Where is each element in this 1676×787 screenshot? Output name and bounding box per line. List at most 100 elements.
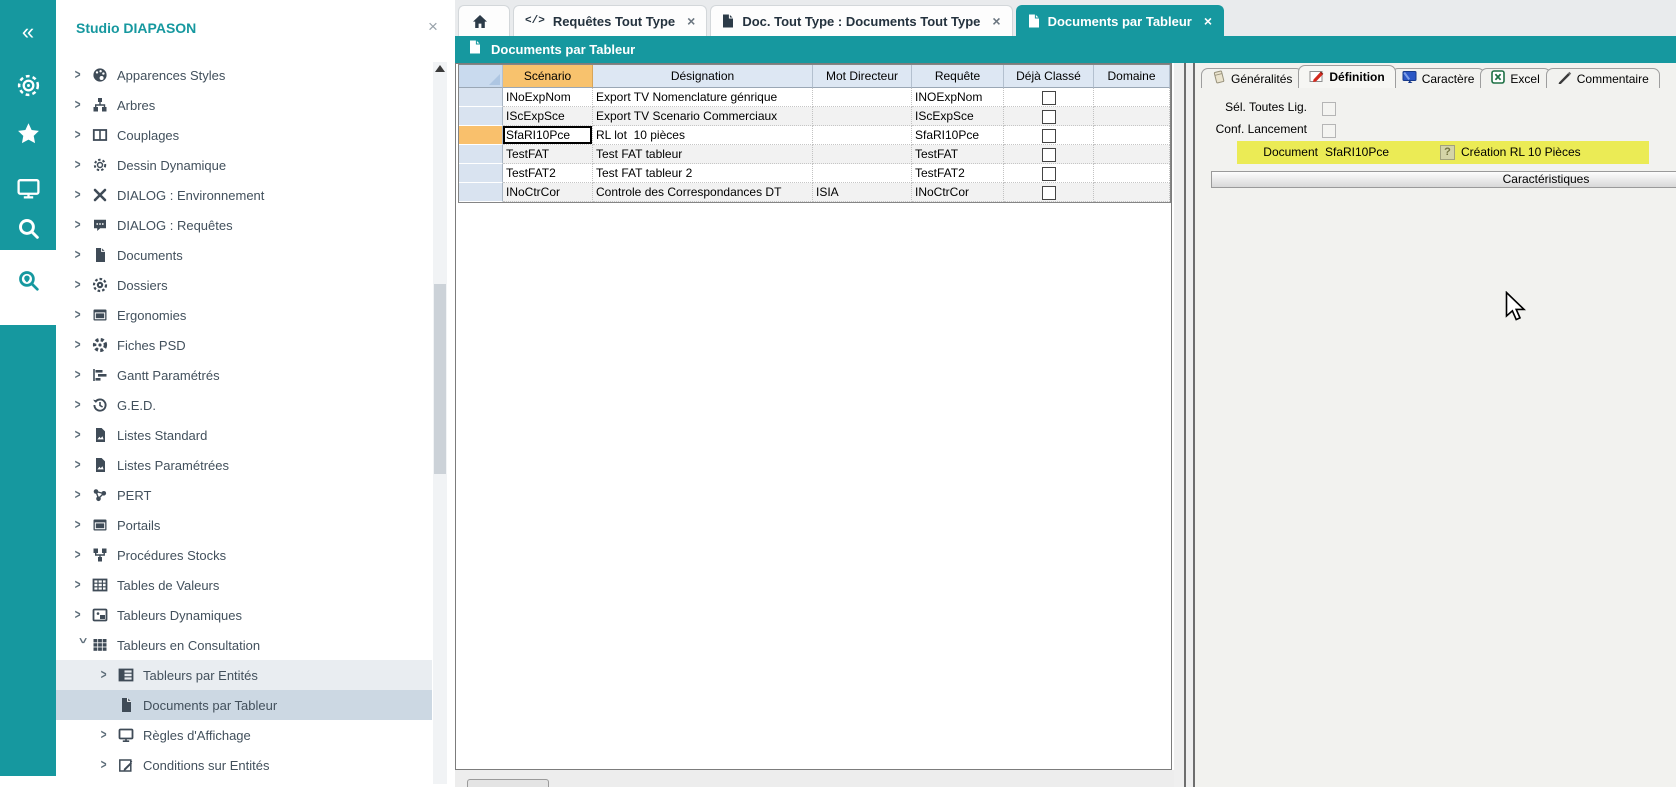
sidebar-item-tableurs-par-entites[interactable]: >Tableurs par Entités (56, 660, 432, 690)
cell-designation[interactable]: Controle des Correspondances DT (593, 183, 813, 202)
cell-domaine[interactable] (1094, 88, 1170, 107)
chevron-right-icon[interactable]: > (75, 518, 89, 533)
sidebar-item-regles-d-affichage[interactable]: >Règles d'Affichage (56, 720, 432, 750)
cell-designation[interactable]: Test FAT tableur 2 (593, 164, 813, 183)
chevron-down-icon[interactable]: > (75, 638, 90, 652)
tab-doc-tout-type-documents-tout-type[interactable]: Doc. Tout Type : Documents Tout Type× (710, 5, 1012, 36)
deja-classe-checkbox[interactable] (1042, 167, 1056, 181)
cell-domaine[interactable] (1094, 107, 1170, 126)
cell-requete[interactable]: TestFAT2 (912, 164, 1004, 183)
column-header-rowhead[interactable] (459, 65, 503, 88)
sidebar-item-procedures-stocks[interactable]: >Procédures Stocks (56, 540, 432, 570)
deja-classe-checkbox[interactable] (1042, 186, 1056, 200)
close-icon[interactable]: × (1204, 14, 1212, 28)
sidebar-item-conditions-sur-entites[interactable]: >Conditions sur Entités (56, 750, 432, 780)
cell-scenario[interactable]: TestFAT (503, 145, 593, 164)
deja-classe-checkbox[interactable] (1042, 110, 1056, 124)
tab-excel[interactable]: Excel (1480, 68, 1550, 88)
column-header-designation[interactable]: Désignation (593, 65, 813, 88)
home-tab[interactable] (458, 5, 510, 36)
row-header[interactable] (459, 88, 503, 107)
cell-designation[interactable]: RL lot 10 pièces (593, 126, 813, 145)
row-header[interactable] (459, 126, 503, 145)
cell-designation[interactable]: Export TV Scenario Commerciaux (593, 107, 813, 126)
column-header-scenario[interactable]: Scénario (503, 65, 593, 88)
panel-splitter[interactable] (1174, 63, 1193, 787)
rail-screens-button[interactable] (0, 166, 56, 210)
deja-classe-checkbox[interactable] (1042, 129, 1056, 143)
sidebar-item-listes-parametrees[interactable]: >Listes Paramétrées (56, 450, 432, 480)
help-button[interactable]: ? (1440, 145, 1455, 160)
sidebar-item-dialog-requetes[interactable]: >DIALOG : Requêtes (56, 210, 432, 240)
chevron-right-icon[interactable]: > (75, 218, 89, 233)
rail-explore-button[interactable] (0, 258, 56, 302)
cell-mot_directeur[interactable] (813, 88, 912, 107)
chevron-right-icon[interactable]: > (75, 488, 89, 503)
cell-domaine[interactable] (1094, 145, 1170, 164)
chevron-right-icon[interactable]: > (75, 338, 89, 353)
cell-requete[interactable]: INOExpNom (912, 88, 1004, 107)
column-header-domaine[interactable]: Domaine (1094, 65, 1170, 88)
cell-scenario[interactable]: IScExpSce (503, 107, 593, 126)
sidebar-item-fiches-psd[interactable]: >Fiches PSD (56, 330, 432, 360)
cell-requete[interactable]: TestFAT (912, 145, 1004, 164)
cell-deja-classe[interactable] (1004, 126, 1094, 145)
cell-requete[interactable]: INoCtrCor (912, 183, 1004, 202)
conf-lancement-checkbox[interactable] (1322, 124, 1336, 138)
tab-caractere[interactable]: Caractère (1391, 68, 1486, 88)
sidebar-item-arbres[interactable]: >Arbres (56, 90, 432, 120)
sidebar-item-tables-de-valeurs[interactable]: >Tables de Valeurs (56, 570, 432, 600)
cell-deja-classe[interactable] (1004, 164, 1094, 183)
chevron-right-icon[interactable]: > (75, 98, 89, 113)
chevron-right-icon[interactable]: > (75, 578, 89, 593)
cell-deja-classe[interactable] (1004, 183, 1094, 202)
chevron-right-icon[interactable]: > (75, 608, 89, 623)
tab-generalites[interactable]: Généralités (1201, 68, 1303, 88)
row-header[interactable] (459, 145, 503, 164)
scrollbar-thumb[interactable] (434, 284, 446, 474)
column-header-mot_directeur[interactable]: Mot Directeur (813, 65, 912, 88)
chevron-right-icon[interactable]: > (75, 398, 89, 413)
cell-scenario[interactable]: TestFAT2 (503, 164, 593, 183)
chevron-right-icon[interactable]: > (75, 308, 89, 323)
tab-commentaire[interactable]: Commentaire (1546, 68, 1660, 88)
sidebar-item-documents-par-tableur[interactable]: Documents par Tableur (56, 690, 432, 720)
cell-requete[interactable]: IScExpSce (912, 107, 1004, 126)
cell-scenario[interactable]: INoExpNom (503, 88, 593, 107)
column-header-requete[interactable]: Requête (912, 65, 1004, 88)
document-value[interactable]: SfaRI10Pce (1325, 145, 1389, 159)
sidebar-item-apparences-styles[interactable]: >Apparences Styles (56, 60, 432, 90)
cell-requete[interactable]: SfaRI10Pce (912, 126, 1004, 145)
tab-documents-par-tableur[interactable]: Documents par Tableur× (1016, 5, 1224, 36)
chevron-right-icon[interactable]: > (75, 368, 89, 383)
chevron-right-icon[interactable]: > (75, 68, 89, 83)
sidebar-item-ergonomies[interactable]: >Ergonomies (56, 300, 432, 330)
cell-domaine[interactable] (1094, 164, 1170, 183)
rail-favorites-button[interactable] (0, 111, 56, 155)
close-icon[interactable]: × (992, 14, 1000, 28)
cell-deja-classe[interactable] (1004, 145, 1094, 164)
sidebar-item-tableurs-dynamiques[interactable]: >Tableurs Dynamiques (56, 600, 432, 630)
sidebar-item-dossiers[interactable]: >Dossiers (56, 270, 432, 300)
sidebar-item-pert[interactable]: >PERT (56, 480, 432, 510)
sidebar-scrollbar[interactable] (433, 62, 447, 784)
cell-mot_directeur[interactable] (813, 107, 912, 126)
close-icon[interactable]: × (687, 14, 695, 28)
deja-classe-checkbox[interactable] (1042, 148, 1056, 162)
chevron-right-icon[interactable]: > (75, 188, 89, 203)
chevron-right-icon[interactable]: > (101, 728, 115, 743)
cell-deja-classe[interactable] (1004, 88, 1094, 107)
chevron-right-icon[interactable]: > (75, 458, 89, 473)
cell-designation[interactable]: Test FAT tableur (593, 145, 813, 164)
sidebar-item-listes-standard[interactable]: >Listes Standard (56, 420, 432, 450)
sidebar-item-dessin-dynamique[interactable]: >Dessin Dynamique (56, 150, 432, 180)
column-header-deja_classe[interactable]: Déjà Classé (1004, 65, 1094, 88)
chevron-right-icon[interactable]: > (101, 668, 115, 683)
close-icon[interactable]: × (428, 18, 438, 35)
sidebar-item-dialog-environnement[interactable]: >DIALOG : Environnement (56, 180, 432, 210)
cell-scenario[interactable]: INoCtrCor (503, 183, 593, 202)
sidebar-item-documents[interactable]: >Documents (56, 240, 432, 270)
cell-designation[interactable]: Export TV Nomenclature génrique (593, 88, 813, 107)
cell-scenario[interactable]: SfaRI10Pce (503, 126, 593, 145)
row-header[interactable] (459, 164, 503, 183)
